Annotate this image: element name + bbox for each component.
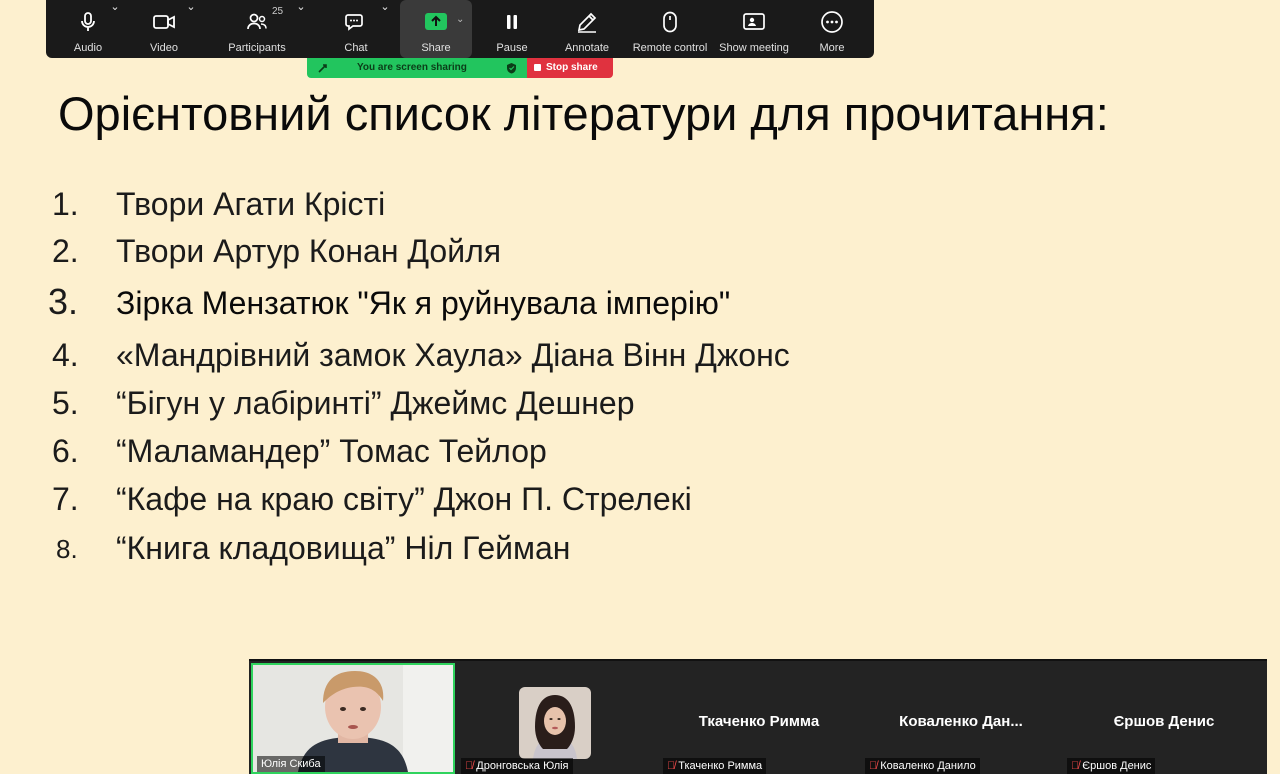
mic-muted-icon: 🎙̸ [667,760,676,772]
participant-tile[interactable]: Ткаченко Римма 🎙̸ Ткаченко Римма [659,663,859,774]
chat-button[interactable]: Chat [334,0,378,58]
list-item-number: 5. [52,385,79,421]
share-screen-icon [425,13,447,30]
mic-muted-icon: 🎙̸ [1071,760,1080,772]
list-item-text: “Книга кладовища” Ніл Гейман [116,530,571,566]
chat-icon [345,14,363,31]
list-item-text: Твори Агати Крісті [116,186,386,222]
list-item-number: 2. [52,233,79,269]
list-item-number: 4. [52,337,79,373]
list-item-number: 1. [52,186,79,222]
share-button[interactable]: ⌄ Share [400,0,472,58]
mic-muted-icon: 🎙̸ [465,760,474,772]
show-meeting-icon [743,13,765,30]
more-label: More [819,42,845,54]
slide-title: Орієнтовний список літератури для прочит… [58,87,1109,140]
participant-tile[interactable]: Єршов Денис 🎙̸ Єршов Денис [1063,663,1265,774]
pause-button[interactable]: Pause [490,0,534,58]
participant-display-name: Єршов Денис [1113,713,1215,730]
remote-control-label: Remote control [632,42,708,54]
show-meeting-label: Show meeting [719,42,789,54]
participants-options-caret[interactable]: ⌄ [296,0,306,58]
meeting-toolbar: Audio ⌄ Video ⌄ 25 Participants ⌄ Chat ⌄ [46,0,874,58]
more-dots-icon [821,11,843,33]
list-item-number: 6. [52,433,79,469]
mic-muted-icon: 🎙̸ [869,760,878,772]
annotate-label: Annotate [564,42,610,54]
video-label: Video [150,42,178,54]
list-item-text: “Бігун у лабіринті” Джеймс Дешнер [116,385,635,421]
participant-name: Дронговська Юлія [476,760,569,772]
list-item-text: “Маламандер” Томас Тейлор [116,433,547,469]
drag-handle-icon[interactable] [317,62,329,74]
audio-options-caret[interactable]: ⌄ [110,0,120,58]
audio-label: Audio [73,42,103,54]
participant-name: Ткаченко Римма [678,760,763,772]
screen-sharing-banner: You are screen sharing Stop share [307,58,613,78]
list-item-text: Твори Артур Конан Дойля [116,233,502,269]
participant-video-strip: Юлія Скиба 🎙̸ Дронговська Юлія Ткаченко Р… [249,659,1267,774]
participant-tile[interactable]: Коваленко Дан... 🎙̸ Коваленко Данило [861,663,1061,774]
list-item-text: Зірка Мензатюк "Як я руйнувала імперію" [116,285,731,321]
participant-name: Коваленко Данило [880,760,976,772]
participants-button[interactable]: 25 Participants [222,0,292,58]
annotate-button[interactable]: Annotate [558,0,616,58]
video-options-caret[interactable]: ⌄ [186,0,196,58]
share-options-caret[interactable]: ⌄ [456,14,464,25]
pause-icon [507,15,517,29]
audio-button[interactable]: Audio [66,0,110,58]
participant-name-label: Юлія Скиба [257,756,325,772]
more-button[interactable]: More [810,0,854,58]
list-item-text: «Мандрівний замок Хаула» Діана Вінн Джон… [116,337,790,373]
list-item-number: 7. [52,481,79,517]
participant-display-name: Ткаченко Римма [698,713,820,730]
list-item-number: 3. [48,281,79,322]
pause-label: Pause [496,42,528,54]
participants-icon [247,13,267,30]
stop-share-button[interactable]: Stop share [527,58,613,78]
pencil-icon [577,12,597,33]
remote-control-button[interactable]: Remote control [628,0,712,58]
shield-icon [507,63,516,74]
participant-avatar [519,687,591,759]
list-item-number: 8. [56,534,78,564]
participants-label: Participants [228,42,286,54]
show-meeting-button[interactable]: Show meeting [716,0,792,58]
participant-display-name: Коваленко Дан... [899,713,1023,730]
video-camera-icon [153,15,175,29]
stop-share-label: Stop share [546,62,598,73]
share-label: Share [421,42,451,54]
participant-tile-active-speaker[interactable]: Юлія Скиба [251,663,455,774]
chat-options-caret[interactable]: ⌄ [380,0,390,58]
sharing-status-text: You are screen sharing [357,62,467,73]
list-item-text: “Кафе на краю світу” Джон П. Стрелекі [116,481,692,517]
video-button[interactable]: Video [142,0,186,58]
sharing-status-bar[interactable]: You are screen sharing [307,58,527,78]
mouse-icon [663,11,677,33]
participants-count: 25 [272,6,284,17]
participant-name: Єршов Денис [1082,760,1152,772]
microphone-icon [81,12,95,31]
chat-label: Chat [344,42,368,54]
participant-tile[interactable]: 🎙̸ Дронговська Юлія [457,663,657,774]
stop-icon [534,64,541,71]
